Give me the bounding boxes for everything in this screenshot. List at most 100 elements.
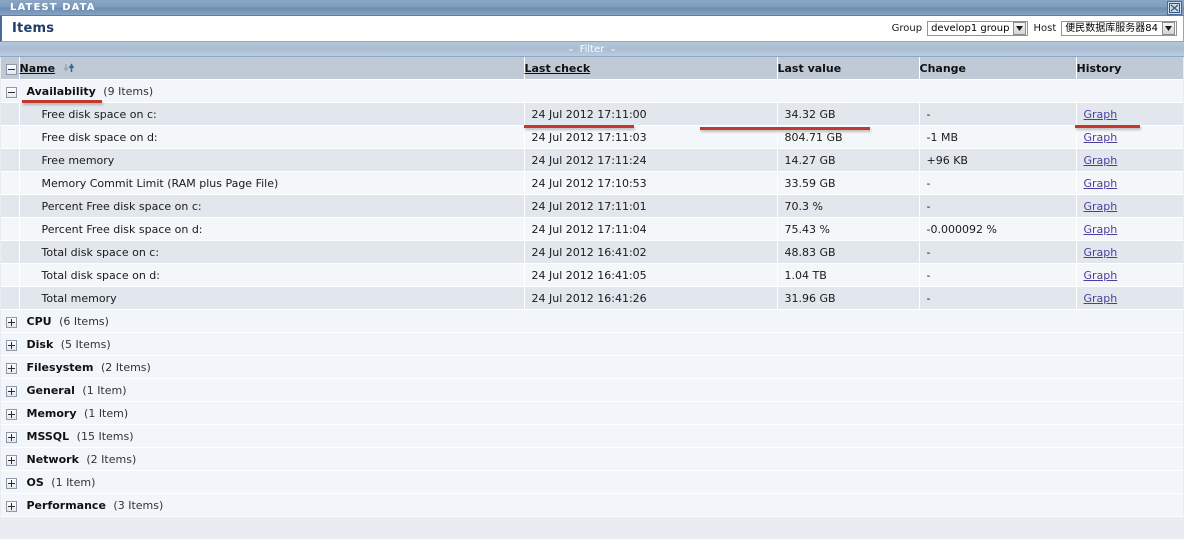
group-row-os[interactable]: OS (1 Item) bbox=[1, 470, 1183, 494]
item-last-value: 75.43 % bbox=[777, 217, 920, 241]
item-history[interactable]: Graph bbox=[1076, 148, 1183, 172]
group-row-content[interactable]: Filesystem (2 Items) bbox=[1, 355, 1183, 379]
item-history[interactable]: Graph bbox=[1076, 125, 1183, 149]
item-history[interactable]: Graph bbox=[1076, 194, 1183, 218]
group-row-availability[interactable]: Availability (9 Items) bbox=[1, 79, 1183, 103]
item-history[interactable]: Graph bbox=[1076, 263, 1183, 287]
group-row-filesystem[interactable]: Filesystem (2 Items) bbox=[1, 355, 1183, 379]
group-row-content[interactable]: MSSQL (15 Items) bbox=[1, 424, 1183, 448]
column-header-history-label: History bbox=[1076, 61, 1122, 75]
item-last-value: 33.59 GB bbox=[777, 171, 920, 195]
row-checkbox-cell[interactable] bbox=[1, 148, 20, 172]
group-row-content[interactable]: Memory (1 Item) bbox=[1, 401, 1183, 425]
column-header-last-value: Last value bbox=[777, 57, 920, 80]
expand-icon[interactable] bbox=[6, 454, 17, 466]
item-last-value: 804.71 GB bbox=[777, 125, 920, 149]
maximize-icon[interactable] bbox=[1166, 0, 1182, 15]
select-all-toggle[interactable] bbox=[1, 57, 20, 80]
graph-link[interactable]: Graph bbox=[1084, 200, 1118, 213]
group-row-disk[interactable]: Disk (5 Items) bbox=[1, 332, 1183, 356]
filter-toggle-bar[interactable]: ⌄ Filter ⌄ bbox=[0, 42, 1184, 57]
item-name: Total memory bbox=[19, 286, 525, 310]
table-row[interactable]: Total disk space on d: 24 Jul 2012 16:41… bbox=[1, 263, 1183, 287]
item-history[interactable]: Graph bbox=[1076, 102, 1183, 126]
group-row-content[interactable]: OS (1 Item) bbox=[1, 470, 1183, 494]
group-row-cpu[interactable]: CPU (6 Items) bbox=[1, 309, 1183, 333]
table-body: Availability (9 Items) Free disk space o… bbox=[1, 79, 1183, 517]
row-checkbox-cell[interactable] bbox=[1, 240, 20, 264]
group-count: (1 Item) bbox=[82, 383, 127, 397]
chevron-down-icon[interactable] bbox=[1162, 22, 1175, 35]
item-last-value: 14.27 GB bbox=[777, 148, 920, 172]
item-history[interactable]: Graph bbox=[1076, 286, 1183, 310]
table-row[interactable]: Total memory 24 Jul 2012 16:41:26 31.96 … bbox=[1, 286, 1183, 310]
group-row-content[interactable]: Availability (9 Items) bbox=[1, 79, 1183, 103]
column-header-name-label[interactable]: Name bbox=[20, 62, 56, 75]
item-history[interactable]: Graph bbox=[1076, 217, 1183, 241]
group-select[interactable]: develop1 group bbox=[927, 21, 1029, 36]
graph-link[interactable]: Graph bbox=[1084, 292, 1118, 305]
table-row[interactable]: Percent Free disk space on d: 24 Jul 201… bbox=[1, 217, 1183, 241]
sort-ascending-icon[interactable] bbox=[63, 62, 76, 76]
row-checkbox-cell[interactable] bbox=[1, 125, 20, 149]
chevron-down-icon[interactable] bbox=[1013, 22, 1027, 35]
row-checkbox-cell[interactable] bbox=[1, 171, 20, 195]
graph-link[interactable]: Graph bbox=[1084, 131, 1118, 144]
group-row-content[interactable]: General (1 Item) bbox=[1, 378, 1183, 402]
group-row-network[interactable]: Network (2 Items) bbox=[1, 447, 1183, 471]
table-row[interactable]: Total disk space on c: 24 Jul 2012 16:41… bbox=[1, 240, 1183, 264]
row-checkbox-cell[interactable] bbox=[1, 286, 20, 310]
group-row-general[interactable]: General (1 Item) bbox=[1, 378, 1183, 402]
item-name: Free memory bbox=[19, 148, 525, 172]
table-row[interactable]: Free memory 24 Jul 2012 17:11:24 14.27 G… bbox=[1, 148, 1183, 172]
graph-link[interactable]: Graph bbox=[1084, 154, 1118, 167]
group-row-content[interactable]: Disk (5 Items) bbox=[1, 332, 1183, 356]
row-checkbox-cell[interactable] bbox=[1, 263, 20, 287]
collapse-icon[interactable] bbox=[6, 86, 17, 98]
table-row[interactable]: Memory Commit Limit (RAM plus Page File)… bbox=[1, 171, 1183, 195]
group-row-mssql[interactable]: MSSQL (15 Items) bbox=[1, 424, 1183, 448]
group-name: General bbox=[26, 383, 75, 397]
expand-icon[interactable] bbox=[6, 362, 17, 374]
collapse-icon[interactable] bbox=[6, 63, 17, 75]
expand-icon[interactable] bbox=[6, 408, 17, 420]
graph-link[interactable]: Graph bbox=[1084, 177, 1118, 190]
expand-icon[interactable] bbox=[6, 339, 17, 351]
graph-link[interactable]: Graph bbox=[1084, 223, 1118, 236]
group-count: (15 Items) bbox=[76, 429, 134, 443]
group-count: (6 Items) bbox=[59, 314, 109, 328]
group-row-memory[interactable]: Memory (1 Item) bbox=[1, 401, 1183, 425]
group-row-content[interactable]: Network (2 Items) bbox=[1, 447, 1183, 471]
row-checkbox-cell[interactable] bbox=[1, 217, 20, 241]
item-name: Total disk space on c: bbox=[19, 240, 525, 264]
row-checkbox-cell[interactable] bbox=[1, 194, 20, 218]
table-row[interactable]: Free disk space on c: 24 Jul 2012 17:11:… bbox=[1, 102, 1183, 126]
expand-icon[interactable] bbox=[6, 385, 17, 397]
group-count: (3 Items) bbox=[113, 498, 164, 512]
graph-link[interactable]: Graph bbox=[1084, 246, 1118, 259]
group-row-content[interactable]: Performance (3 Items) bbox=[1, 493, 1183, 517]
expand-icon[interactable] bbox=[6, 477, 17, 489]
group-row-content[interactable]: CPU (6 Items) bbox=[1, 309, 1183, 333]
group-name: Performance bbox=[26, 498, 106, 512]
row-checkbox-cell[interactable] bbox=[1, 102, 20, 126]
double-chevron-down-icon: ⌄ bbox=[609, 44, 617, 54]
item-history[interactable]: Graph bbox=[1076, 171, 1183, 195]
graph-link[interactable]: Graph bbox=[1084, 108, 1118, 121]
table-row[interactable]: Free disk space on d: 24 Jul 2012 17:11:… bbox=[1, 125, 1183, 149]
column-header-last-check[interactable]: Last check bbox=[524, 57, 778, 80]
column-header-last-check-label[interactable]: Last check bbox=[525, 62, 591, 75]
expand-icon[interactable] bbox=[6, 431, 17, 443]
item-history[interactable]: Graph bbox=[1076, 240, 1183, 264]
graph-link[interactable]: Graph bbox=[1084, 269, 1118, 282]
item-change: +96 KB bbox=[919, 148, 1077, 172]
host-select[interactable]: 便民数据库服务器84 bbox=[1061, 21, 1177, 36]
group-count: (1 Item) bbox=[51, 475, 96, 489]
host-select-value: 便民数据库服务器84 bbox=[1065, 23, 1158, 34]
group-row-performance[interactable]: Performance (3 Items) bbox=[1, 493, 1183, 517]
item-change: -0.000092 % bbox=[919, 217, 1077, 241]
table-row[interactable]: Percent Free disk space on c: 24 Jul 201… bbox=[1, 194, 1183, 218]
column-header-name[interactable]: Name bbox=[19, 57, 525, 80]
expand-icon[interactable] bbox=[6, 316, 17, 328]
expand-icon[interactable] bbox=[6, 500, 17, 512]
